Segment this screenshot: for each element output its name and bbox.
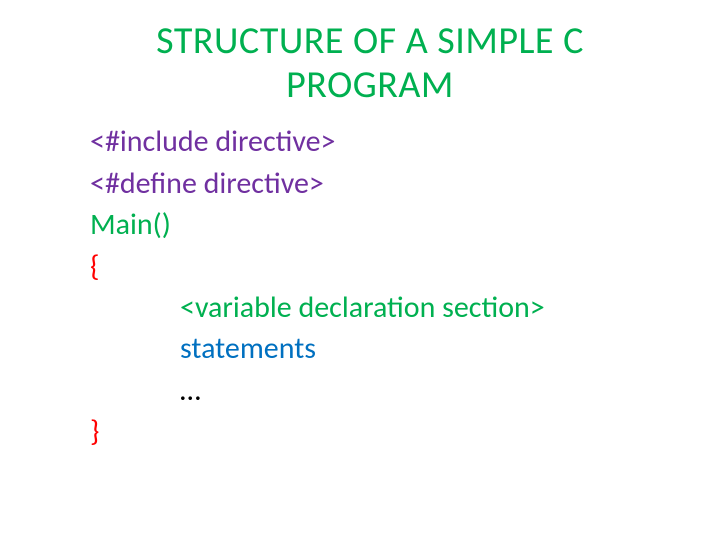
include-directive-line: <#include directive> bbox=[90, 121, 660, 162]
open-brace-line: { bbox=[90, 246, 660, 287]
ellipsis-line: … bbox=[90, 370, 660, 411]
main-line: Main() bbox=[90, 204, 660, 245]
define-directive-line: <#define directive> bbox=[90, 163, 660, 204]
close-brace-line: } bbox=[90, 411, 660, 452]
slide-body: <#include directive> <#define directive>… bbox=[80, 121, 660, 452]
statements-line: statements bbox=[90, 328, 660, 369]
variable-declaration-line: <variable declaration section> bbox=[90, 287, 660, 328]
slide-title: STRUCTURE OF A SIMPLE C PROGRAM bbox=[80, 20, 660, 107]
